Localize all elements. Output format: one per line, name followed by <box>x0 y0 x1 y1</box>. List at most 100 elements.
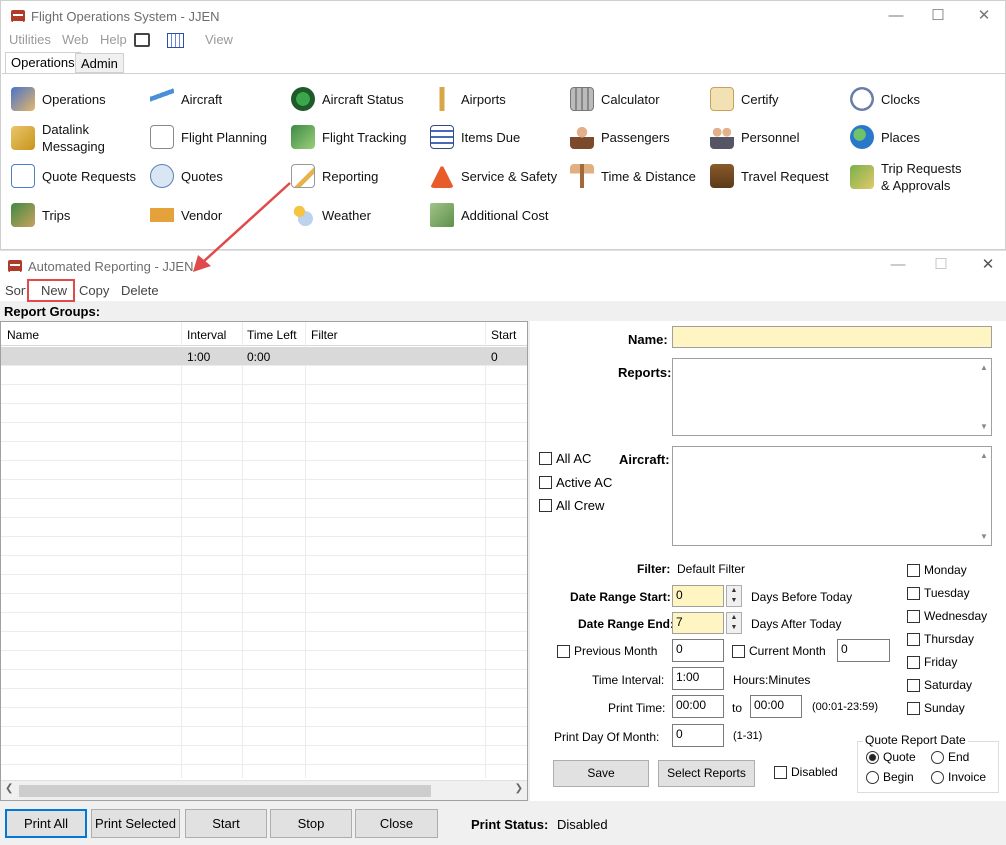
invoice-radio[interactable]: Invoice <box>931 770 986 784</box>
menu-web[interactable]: Web <box>62 32 89 47</box>
report-groups-grid[interactable]: Name Interval Time Left Filter Start 1:0… <box>0 321 528 801</box>
report-close-icon[interactable]: ✕ <box>973 255 1003 275</box>
previous-month-checkbox[interactable]: Previous Month <box>557 644 657 658</box>
begin-radio[interactable]: Begin <box>866 770 914 784</box>
print-time-to-input[interactable]: 00:00 <box>750 695 802 718</box>
ops-flight-planning[interactable]: Flight Planning <box>150 125 267 149</box>
ops-personnel[interactable]: Personnel <box>710 125 800 149</box>
scroll-left-icon[interactable]: ❮ <box>5 783 13 794</box>
ops-trip-requests[interactable]: Trip Requests & Approvals <box>850 160 961 194</box>
suitcase-icon <box>710 164 734 188</box>
disabled-checkbox[interactable]: Disabled <box>774 765 838 779</box>
menu-copy[interactable]: Copy <box>79 283 109 298</box>
current-month-input[interactable]: 0 <box>837 639 890 662</box>
ops-weather[interactable]: Weather <box>291 203 371 227</box>
print-selected-button[interactable]: Print Selected <box>91 809 180 838</box>
stop-button[interactable]: Stop <box>270 809 352 838</box>
start-button[interactable]: Start <box>185 809 267 838</box>
menu-sort[interactable]: Sort <box>5 283 26 298</box>
sunday-checkbox[interactable]: Sunday <box>907 701 965 715</box>
previous-month-input[interactable]: 0 <box>672 639 724 662</box>
minimize-icon[interactable]: — <box>881 6 911 26</box>
ops-operations[interactable]: Operations <box>11 87 106 111</box>
empty-grid-row <box>1 670 527 689</box>
ops-airports[interactable]: Airports <box>430 87 506 111</box>
friday-checkbox[interactable]: Friday <box>907 655 957 669</box>
thursday-checkbox[interactable]: Thursday <box>907 632 974 646</box>
print-status-value: Disabled <box>557 817 608 832</box>
report-pencil-icon <box>291 164 315 188</box>
reports-textarea[interactable]: ▲ ▼ <box>672 358 992 436</box>
tuesday-checkbox[interactable]: Tuesday <box>907 586 970 600</box>
ops-reporting[interactable]: Reporting <box>291 164 378 188</box>
ops-aircraft[interactable]: Aircraft <box>150 87 222 111</box>
tab-admin[interactable]: Admin <box>75 53 124 73</box>
ops-aircraft-status[interactable]: Aircraft Status <box>291 87 404 111</box>
scroll-right-icon[interactable]: ❯ <box>515 783 523 794</box>
ops-additional-cost[interactable]: Additional Cost <box>430 203 548 227</box>
tab-operations[interactable]: Operations <box>5 52 81 74</box>
scroll-down-icon[interactable]: ▼ <box>979 422 989 431</box>
select-reports-button[interactable]: Select Reports <box>658 760 755 787</box>
ops-vendor[interactable]: Vendor <box>150 203 222 227</box>
col-start[interactable]: Start <box>491 328 516 342</box>
col-time-left[interactable]: Time Left <box>247 328 297 342</box>
current-month-checkbox[interactable]: Current Month <box>732 644 826 658</box>
ops-datalink-messaging[interactable]: Datalink Messaging <box>11 121 105 155</box>
saturday-checkbox[interactable]: Saturday <box>907 678 972 692</box>
ops-places[interactable]: Places <box>850 125 920 149</box>
calendar-icon[interactable] <box>167 33 184 48</box>
table-row[interactable]: 1:00 0:00 0 <box>1 347 527 366</box>
menu-delete[interactable]: Delete <box>121 283 159 298</box>
menu-view[interactable]: View <box>205 32 233 47</box>
time-interval-input[interactable]: 1:00 <box>672 667 724 690</box>
airplane-icon <box>150 87 174 111</box>
close-icon[interactable]: ✕ <box>969 6 999 26</box>
menu-utilities[interactable]: Utilities <box>9 32 51 47</box>
print-all-button[interactable]: Print All <box>5 809 87 838</box>
ops-flight-tracking[interactable]: Flight Tracking <box>291 125 407 149</box>
ops-service-safety[interactable]: Service & Safety <box>430 164 557 188</box>
scrollbar-thumb[interactable] <box>19 785 431 797</box>
wednesday-checkbox[interactable]: Wednesday <box>907 609 987 623</box>
scroll-down-icon[interactable]: ▼ <box>979 532 989 541</box>
monday-checkbox[interactable]: Monday <box>907 563 967 577</box>
ops-passengers[interactable]: Passengers <box>570 125 670 149</box>
scroll-up-icon[interactable]: ▲ <box>979 363 989 372</box>
print-day-input[interactable]: 0 <box>672 724 724 747</box>
ops-travel-request[interactable]: Travel Request <box>710 164 829 188</box>
ops-items-due[interactable]: Items Due <box>430 125 520 149</box>
report-maximize-icon[interactable]: ☐ <box>926 255 956 275</box>
col-filter[interactable]: Filter <box>311 328 338 342</box>
ops-time-distance[interactable]: Time & Distance <box>570 164 696 188</box>
all-crew-checkbox[interactable]: All Crew <box>539 498 604 513</box>
active-ac-checkbox[interactable]: Active AC <box>539 475 612 490</box>
ops-calculator[interactable]: Calculator <box>570 87 660 111</box>
close-button[interactable]: Close <box>355 809 438 838</box>
printer-icon[interactable] <box>134 33 150 47</box>
ops-quotes[interactable]: Quotes <box>150 164 223 188</box>
ops-trips[interactable]: Trips <box>11 203 70 227</box>
date-range-start-input[interactable]: 0 <box>672 585 724 607</box>
name-input[interactable] <box>672 326 992 348</box>
report-minimize-icon[interactable]: — <box>883 255 913 275</box>
grid-horizontal-scrollbar[interactable]: ❮ ❯ <box>1 780 527 800</box>
quote-radio[interactable]: Quote <box>866 750 916 764</box>
empty-grid-row <box>1 480 527 499</box>
maximize-icon[interactable]: ☐ <box>923 6 953 26</box>
ops-clocks[interactable]: Clocks <box>850 87 920 111</box>
menu-help[interactable]: Help <box>100 32 127 47</box>
date-range-end-input[interactable]: 7 <box>672 612 724 634</box>
col-name[interactable]: Name <box>7 328 39 342</box>
ops-certify[interactable]: Certify <box>710 87 779 111</box>
date-end-spinner[interactable]: ▲ ▼ <box>726 612 742 634</box>
save-button[interactable]: Save <box>553 760 649 787</box>
all-ac-checkbox[interactable]: All AC <box>539 451 591 466</box>
ops-quote-requests[interactable]: Quote Requests <box>11 164 136 188</box>
end-radio[interactable]: End <box>931 750 969 764</box>
print-time-from-input[interactable]: 00:00 <box>672 695 724 718</box>
scroll-up-icon[interactable]: ▲ <box>979 451 989 460</box>
aircraft-textarea[interactable]: ▲ ▼ <box>672 446 992 546</box>
date-start-spinner[interactable]: ▲ ▼ <box>726 585 742 607</box>
col-interval[interactable]: Interval <box>187 328 226 342</box>
